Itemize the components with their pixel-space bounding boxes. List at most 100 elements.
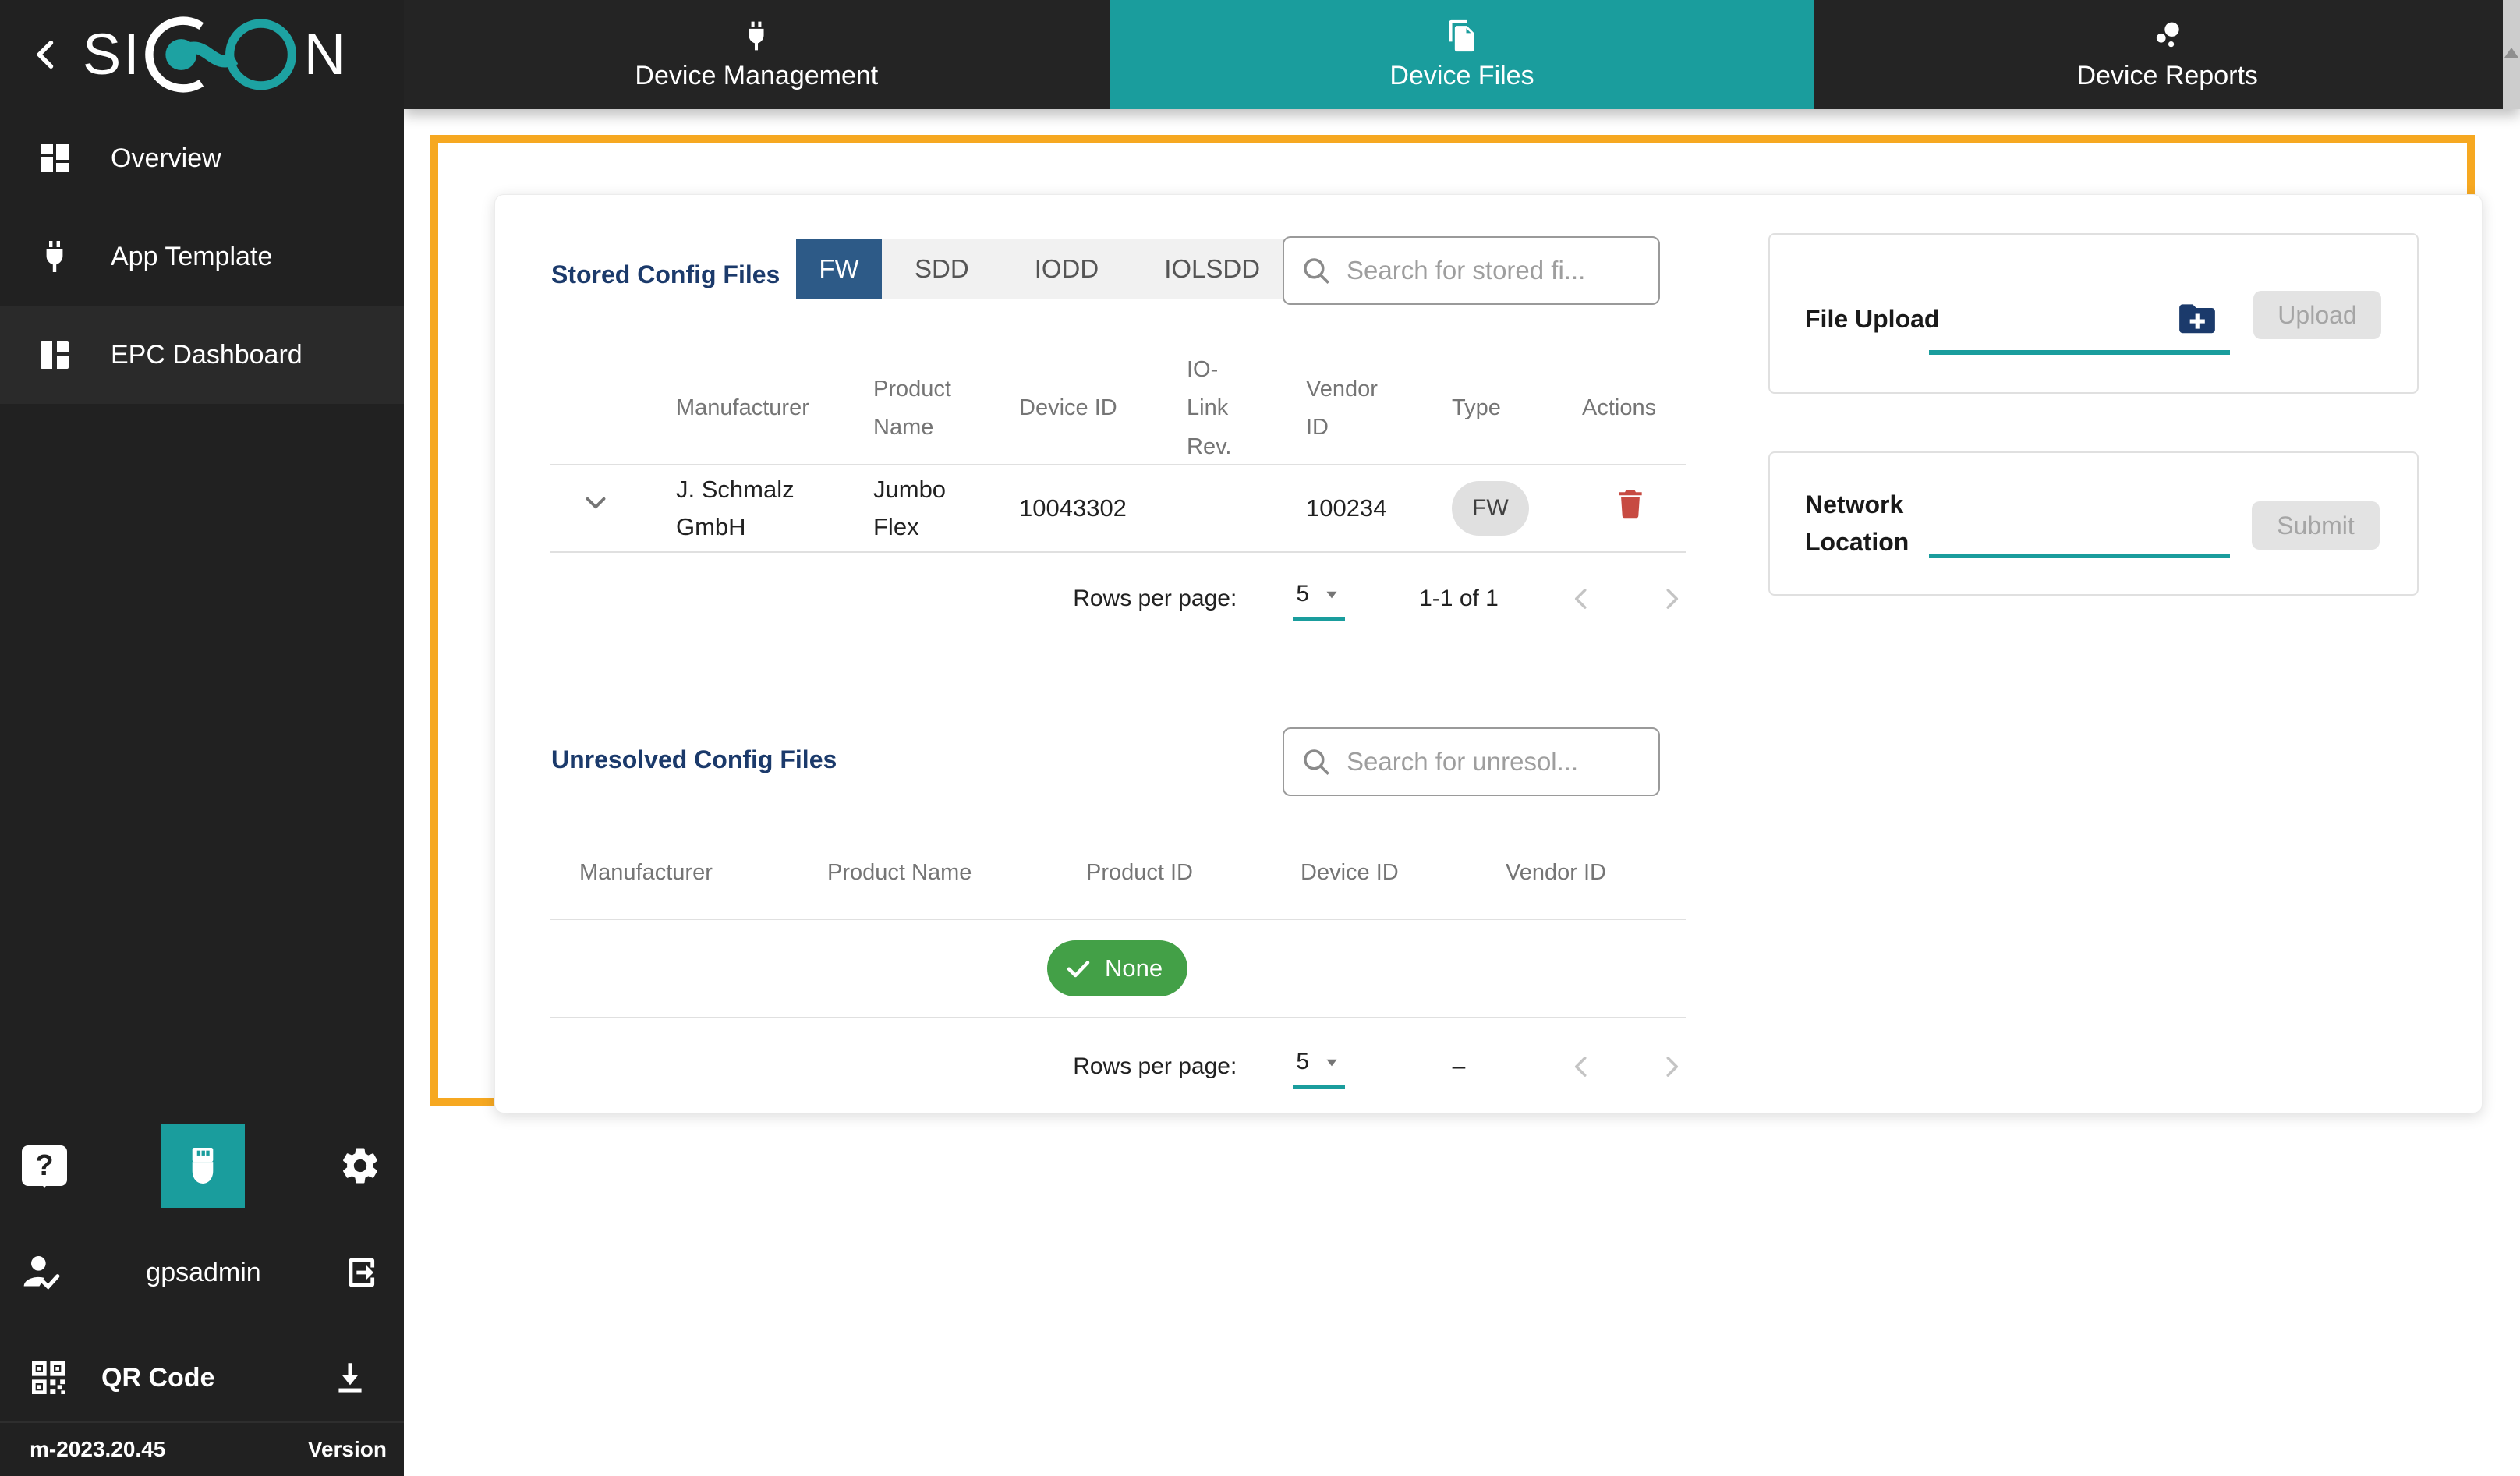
- rows-per-page-value: 5: [1296, 1049, 1309, 1074]
- plug-icon: [36, 238, 73, 275]
- col-device-id: Device ID: [1301, 860, 1399, 886]
- cell-vendor-id: 100234: [1306, 494, 1387, 522]
- file-copy-icon: [1445, 19, 1479, 53]
- tab-device-reports[interactable]: Device Reports: [1814, 0, 2520, 109]
- sidebar-item-epc-dashboard[interactable]: EPC Dashboard: [0, 306, 404, 404]
- unresolved-config-title: Unresolved Config Files: [551, 745, 837, 773]
- next-page-button[interactable]: [1657, 1052, 1686, 1081]
- delete-trash-icon[interactable]: [1613, 486, 1648, 520]
- rows-per-page-label: Rows per page:: [1073, 1053, 1237, 1079]
- col-product-name: Product Name: [827, 860, 972, 886]
- stored-table-header: Manufacturer Product Name Device ID IO-L…: [550, 351, 1686, 460]
- unresolved-search-input[interactable]: [1347, 747, 1643, 777]
- folder-add-icon[interactable]: [2175, 297, 2219, 341]
- app-screen: SI N Overview App Template EPC Dashboard…: [0, 0, 2520, 1476]
- download-icon[interactable]: [331, 1358, 370, 1397]
- dropdown-arrow-icon: [1326, 591, 1337, 599]
- logo-text-right: N: [303, 22, 349, 87]
- bubble-chart-icon: [2150, 19, 2185, 53]
- sidebar-item-label: EPC Dashboard: [111, 339, 303, 370]
- stored-config-title: Stored Config Files: [551, 260, 780, 288]
- prev-page-button[interactable]: [1566, 1052, 1596, 1081]
- scrollbar-track[interactable]: [2503, 0, 2520, 109]
- username-label: gpsadmin: [146, 1257, 261, 1287]
- col-type: Type: [1452, 395, 1501, 421]
- settings-gear-icon[interactable]: [338, 1144, 382, 1188]
- tab-device-management[interactable]: Device Management: [404, 0, 1110, 109]
- search-icon: [1304, 258, 1329, 284]
- none-status-chip: None: [1047, 940, 1188, 996]
- space-dashboard-icon: [36, 336, 73, 373]
- cell-device-id: 10043302: [1019, 494, 1127, 522]
- pagination-range: 1-1 of 1: [1419, 586, 1499, 611]
- file-upload-card: File Upload Upload: [1768, 233, 2419, 394]
- sidebar-item-app-template[interactable]: App Template: [0, 207, 404, 306]
- prev-page-button[interactable]: [1566, 584, 1596, 614]
- sidebar-quick-icons: ?: [0, 1123, 404, 1209]
- col-product-id: Product ID: [1086, 860, 1193, 886]
- back-chevron-icon[interactable]: [27, 34, 67, 75]
- cell-manufacturer: J. Schmalz GmbH: [676, 475, 795, 540]
- device-connector-button[interactable]: [161, 1124, 245, 1208]
- dashboard-icon: [36, 140, 73, 177]
- col-device-id: Device ID: [1019, 395, 1117, 421]
- col-io-link-rev: IO-Link Rev.: [1187, 357, 1232, 459]
- rows-per-page-select[interactable]: 5: [1293, 1044, 1345, 1089]
- filter-tab-fw[interactable]: FW: [796, 239, 882, 299]
- tab-label: Device Reports: [2076, 60, 2258, 90]
- unresolved-table-header: Manufacturer Product Name Product ID Dev…: [550, 828, 1686, 919]
- col-vendor-id: Vendor ID: [1506, 860, 1606, 886]
- sidebar-item-overview[interactable]: Overview: [0, 109, 404, 207]
- top-tab-bar: Device Management Device Files Device Re…: [404, 0, 2520, 109]
- upload-button[interactable]: Upload: [2253, 291, 2381, 339]
- logo-bar: SI N: [0, 0, 404, 109]
- filter-tab-iolsdd[interactable]: IOLSDD: [1131, 239, 1294, 299]
- chevron-left-icon: [1574, 589, 1587, 609]
- network-location-input-underline[interactable]: [1929, 554, 2230, 558]
- file-upload-label: File Upload: [1805, 305, 1940, 333]
- plug-icon: [739, 19, 773, 53]
- filter-tab-sdd[interactable]: SDD: [882, 239, 1002, 299]
- stored-search-input[interactable]: [1347, 256, 1643, 285]
- col-manufacturer: Manufacturer: [676, 395, 809, 421]
- search-icon: [1304, 749, 1329, 775]
- version-value: m-2023.20.45: [30, 1437, 166, 1461]
- stored-table-row: J. Schmalz GmbH Jumbo Flex 10043302 1002…: [550, 465, 1686, 553]
- logo-co-glyph: [144, 16, 296, 93]
- tab-device-files[interactable]: Device Files: [1109, 0, 1815, 109]
- tab-label: Device Files: [1389, 60, 1534, 90]
- filter-tab-iodd[interactable]: IODD: [1001, 239, 1132, 299]
- tab-label: Device Management: [635, 60, 879, 90]
- sidebar: SI N Overview App Template EPC Dashboard…: [0, 0, 404, 1476]
- logout-icon[interactable]: [343, 1252, 384, 1293]
- next-page-button[interactable]: [1657, 584, 1686, 614]
- highlight-outline: Stored Config Files FW SDD IODD IOLSDD M…: [430, 135, 2483, 1113]
- col-vendor-id: Vendor ID: [1306, 376, 1378, 440]
- qr-code-icon: [27, 1356, 70, 1400]
- connector-icon: [192, 1148, 214, 1184]
- col-product-name: Product Name: [873, 376, 951, 440]
- stored-pagination: Rows per page: 5 1-1 of 1: [550, 560, 1686, 638]
- cell-product-name: Jumbo Flex: [873, 475, 947, 540]
- qr-code-row[interactable]: QR Code: [0, 1349, 404, 1407]
- file-upload-input-underline[interactable]: [1929, 350, 2230, 355]
- main-content: Stored Config Files FW SDD IODD IOLSDD M…: [404, 109, 2520, 1476]
- dropdown-arrow-icon: [1326, 1059, 1337, 1067]
- sicon-logo: SI N: [83, 14, 388, 95]
- none-label: None: [1105, 954, 1163, 982]
- cell-type: FW: [1452, 481, 1582, 536]
- scrollbar-up-arrow[interactable]: [2504, 41, 2518, 58]
- stored-search-box: [1283, 236, 1660, 305]
- col-manufacturer: Manufacturer: [579, 860, 713, 886]
- sidebar-item-label: App Template: [111, 241, 273, 271]
- chevron-right-icon: [1666, 589, 1679, 609]
- rows-per-page-select[interactable]: 5: [1293, 576, 1345, 621]
- user-row: gpsadmin: [0, 1244, 404, 1301]
- unresolved-search-box: [1283, 727, 1660, 796]
- row-expand-chevron[interactable]: [550, 487, 676, 530]
- version-bar: m-2023.20.45 Version: [0, 1421, 404, 1476]
- submit-button[interactable]: Submit: [2252, 501, 2380, 550]
- chevron-down-icon: [586, 497, 606, 509]
- pagination-range: –: [1452, 1053, 1466, 1079]
- help-icon[interactable]: ?: [22, 1145, 67, 1186]
